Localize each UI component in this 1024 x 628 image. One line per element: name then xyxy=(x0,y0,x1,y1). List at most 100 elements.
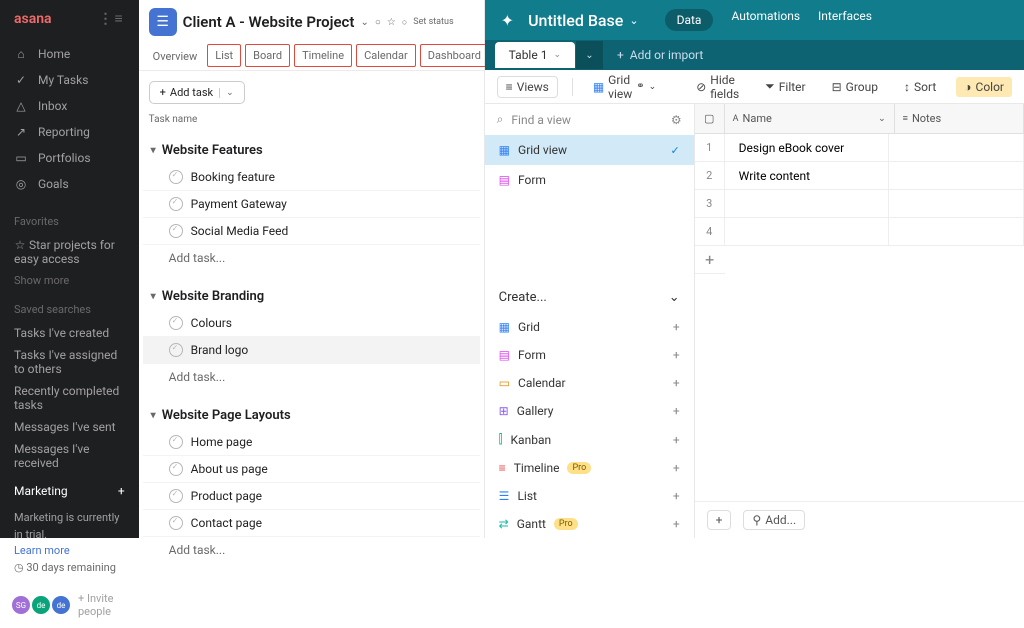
create-section-toggle[interactable]: Create... ⌄ xyxy=(485,276,694,313)
plus-icon[interactable]: + xyxy=(673,320,680,334)
footer-add-menu[interactable]: ⚲ Add... xyxy=(743,510,805,530)
sidebar-item-home[interactable]: ⌂ Home xyxy=(0,41,139,67)
avatar[interactable]: de xyxy=(52,596,70,614)
complete-checkbox[interactable] xyxy=(169,462,183,476)
tab-calendar[interactable]: Calendar xyxy=(356,44,416,67)
learn-more-link[interactable]: Learn more xyxy=(14,543,125,560)
table-row[interactable]: 1 Design eBook cover xyxy=(695,134,1024,162)
nav-automations[interactable]: Automations xyxy=(731,9,800,31)
complete-checkbox[interactable] xyxy=(169,224,183,238)
sort-button[interactable]: ↕ Sort xyxy=(898,77,942,97)
tab-list[interactable]: List xyxy=(207,44,241,67)
sidebar-item-goals[interactable]: ◎ Goals xyxy=(0,171,139,197)
section-header[interactable]: ▾ Website Page Layouts xyxy=(143,402,480,429)
set-status-button[interactable]: ○ Set status xyxy=(402,17,454,28)
complete-checkbox[interactable] xyxy=(169,489,183,503)
section-header[interactable]: ▾ Website Features xyxy=(143,137,480,164)
table-row[interactable]: 2 Write content xyxy=(695,162,1024,190)
sidebar-collapse-icon[interactable]: ⋮≡ xyxy=(99,10,125,27)
nav-data[interactable]: Data xyxy=(665,9,714,31)
plus-icon[interactable]: + xyxy=(673,433,680,447)
invite-people-link[interactable]: + Invite people xyxy=(78,592,127,618)
section-header[interactable]: ▾ Website Branding xyxy=(143,283,480,310)
add-task-button[interactable]: + Add task ⌄ xyxy=(149,81,245,104)
name-cell[interactable]: Design eBook cover xyxy=(725,134,889,161)
hide-fields-button[interactable]: ⊘ Hide fields xyxy=(690,70,745,104)
name-cell[interactable] xyxy=(725,218,889,245)
complete-checkbox[interactable] xyxy=(169,197,183,211)
tab-overview[interactable]: Overview xyxy=(147,44,204,70)
notes-column-header[interactable]: ≡ Notes xyxy=(895,104,1024,133)
task-row[interactable]: Colours xyxy=(143,310,480,337)
task-row[interactable]: Product page xyxy=(143,483,480,510)
marketing-heading[interactable]: Marketing + xyxy=(0,474,139,504)
tab-dashboard[interactable]: Dashboard xyxy=(420,44,489,67)
table-tab[interactable]: Table 1⌄ xyxy=(495,42,575,68)
create-list[interactable]: ☰ List + xyxy=(485,482,694,510)
star-icon[interactable]: ☆ xyxy=(387,17,396,28)
avatar[interactable]: SG xyxy=(12,596,30,614)
name-column-header[interactable]: A Name⌄ xyxy=(725,104,895,133)
footer-add-button[interactable]: + xyxy=(707,510,732,530)
notes-cell[interactable] xyxy=(889,190,1024,217)
avatar[interactable]: de xyxy=(32,596,50,614)
create-gantt[interactable]: ⇄ Gantt Pro + xyxy=(485,510,694,538)
plus-icon[interactable]: + xyxy=(673,404,680,418)
views-button[interactable]: ≡ Views xyxy=(497,76,558,98)
saved-search-item[interactable]: Recently completed tasks xyxy=(0,380,139,416)
complete-checkbox[interactable] xyxy=(169,516,183,530)
nav-interfaces[interactable]: Interfaces xyxy=(818,9,872,31)
plus-icon[interactable]: + xyxy=(673,517,680,531)
group-button[interactable]: ⊟ Group xyxy=(826,77,884,97)
notes-cell[interactable] xyxy=(889,134,1024,161)
sidebar-item-inbox[interactable]: △ Inbox xyxy=(0,93,139,119)
sidebar-item-portfolios[interactable]: ▭ Portfolios xyxy=(0,145,139,171)
task-row[interactable]: About us page xyxy=(143,456,480,483)
base-title[interactable]: Untitled Base ⌄ xyxy=(528,11,639,30)
saved-search-item[interactable]: Tasks I've created xyxy=(0,322,139,344)
info-icon[interactable]: ○ xyxy=(375,17,381,28)
table-row[interactable]: 3 xyxy=(695,190,1024,218)
saved-search-item[interactable]: Messages I've received xyxy=(0,438,139,474)
task-row[interactable]: Home page xyxy=(143,429,480,456)
saved-search-item[interactable]: Tasks I've assigned to others xyxy=(0,344,139,380)
add-row-button[interactable]: + xyxy=(695,246,725,274)
create-form[interactable]: ▤ Form + xyxy=(485,341,694,369)
task-row[interactable]: Social Media Feed xyxy=(143,218,480,245)
table-row[interactable]: 4 xyxy=(695,218,1024,246)
find-view-input[interactable]: ⌕ Find a view ⚙ xyxy=(485,104,694,135)
sidebar-item-my-tasks[interactable]: ✓ My Tasks xyxy=(0,67,139,93)
favorites-hint[interactable]: ☆ Star projects for easy access xyxy=(0,234,139,270)
add-or-import-button[interactable]: + Add or import xyxy=(603,48,717,62)
name-cell[interactable] xyxy=(725,190,889,217)
task-row[interactable]: Brand logo xyxy=(143,337,480,364)
create-grid[interactable]: ▦ Grid + xyxy=(485,313,694,341)
gear-icon[interactable]: ⚙ xyxy=(671,113,682,127)
complete-checkbox[interactable] xyxy=(169,170,183,184)
sidebar-item-reporting[interactable]: ↗ Reporting xyxy=(0,119,139,145)
add-task-ghost[interactable]: Add task... xyxy=(143,245,480,271)
plus-icon[interactable]: + xyxy=(673,376,680,390)
task-row[interactable]: Payment Gateway xyxy=(143,191,480,218)
create-timeline[interactable]: ≡ Timeline Pro + xyxy=(485,454,694,482)
grid-view-selector[interactable]: ▦ Grid view ⚭ ⌄ xyxy=(587,70,662,104)
task-row[interactable]: Contact page xyxy=(143,510,480,537)
view-item-grid-view[interactable]: ▦ Grid view ✓ xyxy=(485,135,694,165)
plus-icon[interactable]: + xyxy=(673,348,680,362)
view-item-form[interactable]: ▤ Form xyxy=(485,165,694,195)
saved-search-item[interactable]: Messages I've sent xyxy=(0,416,139,438)
tab-timeline[interactable]: Timeline xyxy=(294,44,352,67)
chevron-down-icon[interactable]: ⌄ xyxy=(360,17,368,28)
color-button[interactable]: ◑ Color xyxy=(956,77,1012,97)
task-row[interactable]: Booking feature xyxy=(143,164,480,191)
chevron-down-icon[interactable]: ⌄ xyxy=(219,88,234,98)
complete-checkbox[interactable] xyxy=(169,435,183,449)
complete-checkbox[interactable] xyxy=(169,316,183,330)
plus-icon[interactable]: + xyxy=(673,489,680,503)
notes-cell[interactable] xyxy=(889,162,1024,189)
show-more-link[interactable]: Show more xyxy=(0,270,139,291)
add-task-ghost[interactable]: Add task... xyxy=(143,364,480,390)
notes-cell[interactable] xyxy=(889,218,1024,245)
create-calendar[interactable]: ▭ Calendar + xyxy=(485,369,694,397)
filter-button[interactable]: ⏷ Filter xyxy=(759,76,811,97)
